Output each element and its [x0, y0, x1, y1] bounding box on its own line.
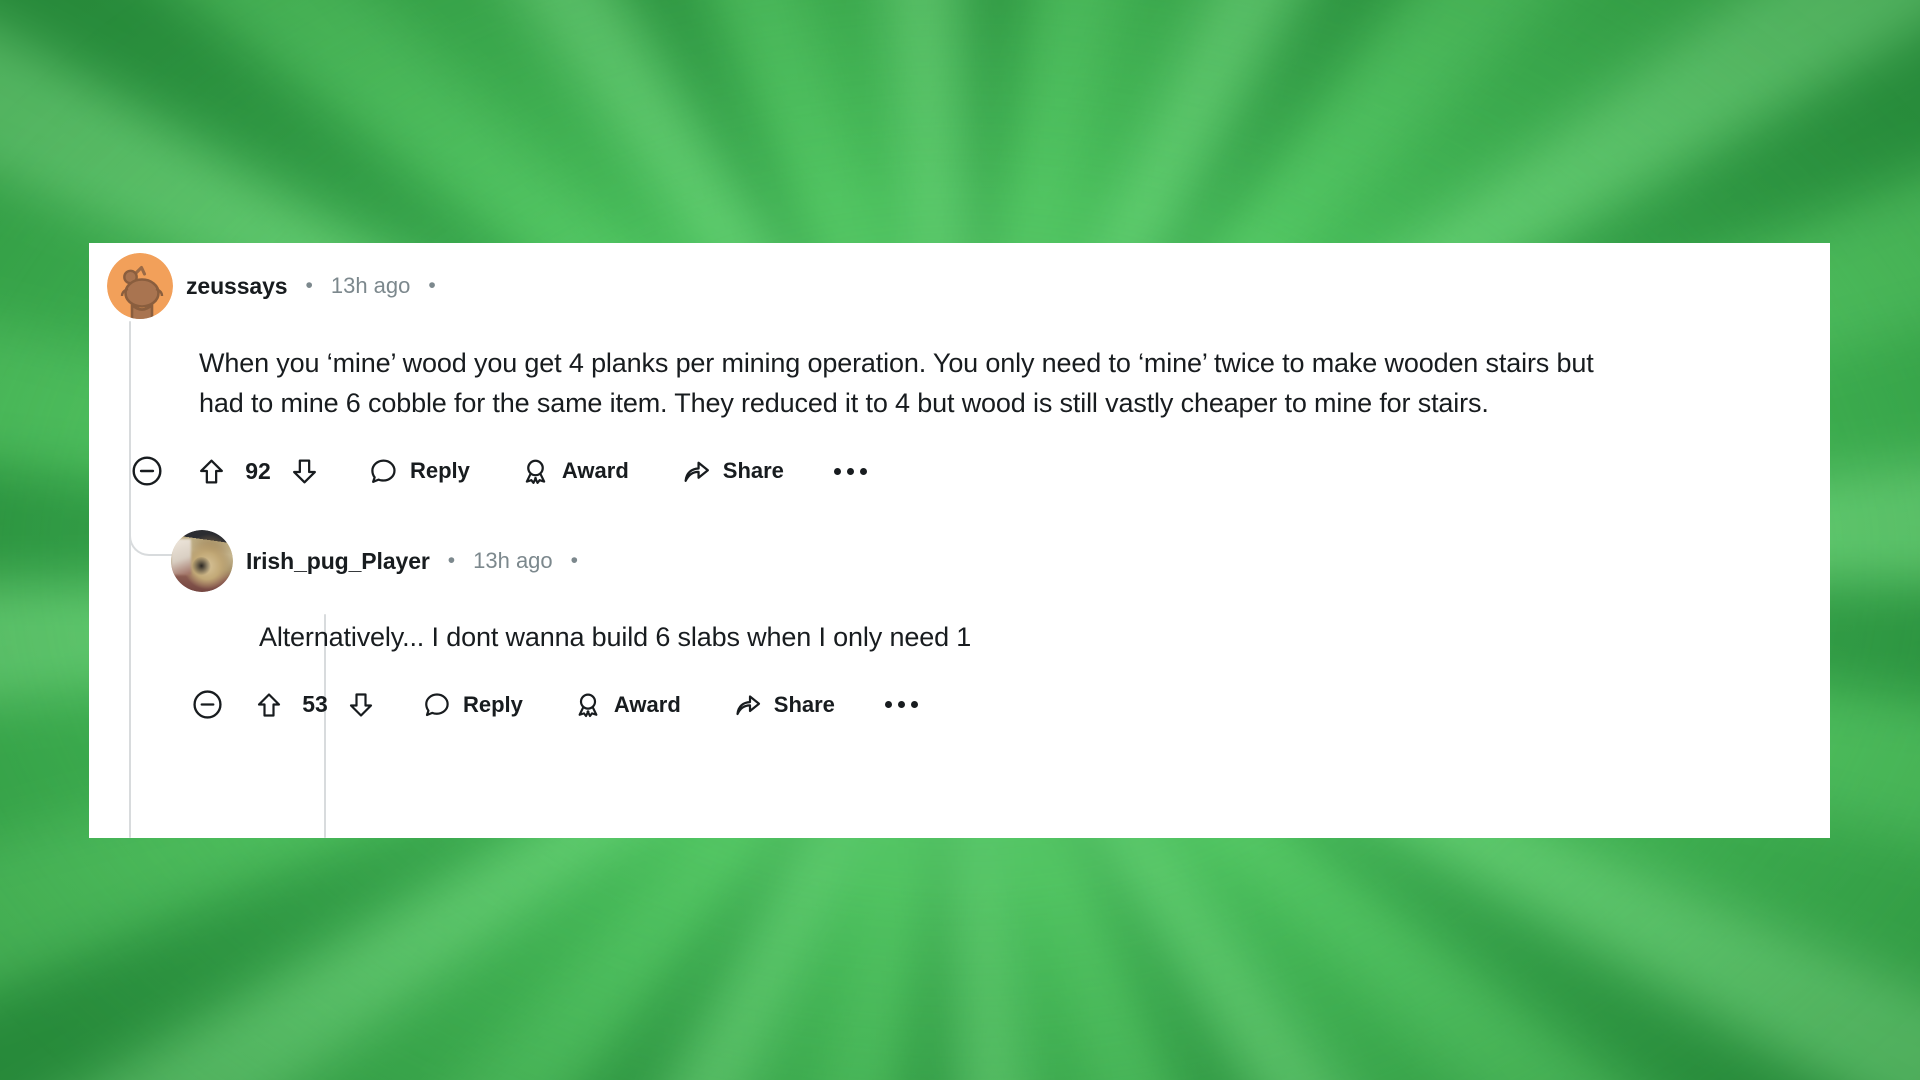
downvote-arrow-icon[interactable] — [346, 690, 376, 720]
collapse-button[interactable] — [130, 454, 164, 488]
more-options-button[interactable] — [884, 701, 918, 709]
award-medal-icon — [525, 459, 546, 484]
vote-count: 53 — [302, 691, 328, 718]
comment-author[interactable]: Irish_pug_Player — [246, 548, 430, 575]
comment-bubble-icon — [371, 459, 396, 483]
comment-bubble-icon — [425, 693, 449, 716]
avatar[interactable] — [107, 253, 173, 319]
comment-action-bar: 53 Reply Award Share — [191, 688, 1791, 721]
reply-button[interactable]: Reply — [368, 456, 470, 487]
reply-label: Reply — [410, 458, 470, 484]
more-dot — [846, 467, 854, 475]
minus-circle-icon — [193, 690, 222, 719]
dog-photo-highlight — [171, 538, 191, 575]
comment-body: Alternatively... I dont wanna build 6 sl… — [259, 622, 972, 652]
header-separator-trailing: • — [570, 549, 579, 572]
dog-photo-muzzle — [192, 557, 211, 579]
vote-count: 92 — [245, 457, 271, 484]
vote-group: 92 — [196, 456, 320, 487]
reply-label: Reply — [463, 691, 523, 717]
award-button[interactable]: Award — [520, 456, 629, 487]
share-label: Share — [722, 458, 784, 484]
header-separator: • — [447, 549, 456, 572]
header-separator-trailing: • — [428, 274, 436, 297]
award-button[interactable]: Award — [573, 690, 681, 720]
award-label: Award — [613, 691, 681, 717]
award-label: Award — [561, 458, 629, 484]
more-dot — [833, 467, 841, 475]
reply-button[interactable]: Reply — [422, 690, 523, 720]
more-dot — [910, 701, 918, 709]
collapse-button[interactable] — [191, 688, 224, 721]
comment-body: When you ‘mine’ wood you get 4 planks pe… — [199, 348, 1594, 419]
comment-action-bar: 92 Reply Award Share — [130, 454, 1807, 488]
comment-item: Irish_pug_Player • 13h ago • Alternative… — [171, 530, 1791, 721]
upvote-arrow-icon[interactable] — [196, 456, 227, 487]
vote-group: 53 — [254, 690, 376, 720]
minus-circle-icon — [132, 456, 162, 486]
avatar[interactable] — [171, 530, 233, 592]
comment-thread-card: zeussays • 13h ago • When you ‘mine’ woo… — [89, 243, 1830, 838]
more-options-button[interactable] — [833, 467, 867, 475]
dog-photo — [171, 530, 233, 592]
share-button[interactable]: Share — [681, 456, 784, 487]
share-button[interactable]: Share — [733, 690, 835, 720]
more-dot — [897, 701, 905, 709]
comment-header: zeussays • 13h ago • — [107, 253, 1807, 319]
upvote-arrow-icon[interactable] — [254, 690, 284, 720]
comment-author[interactable]: zeussays — [186, 273, 288, 300]
comment-header: Irish_pug_Player • 13h ago • — [171, 530, 1791, 592]
downvote-arrow-icon[interactable] — [289, 456, 320, 487]
snoo-icon — [120, 265, 164, 319]
share-arrow-icon — [684, 461, 709, 482]
comment-item: zeussays • 13h ago • When you ‘mine’ woo… — [107, 253, 1807, 488]
award-medal-icon — [578, 693, 598, 717]
comment-timestamp: 13h ago — [330, 273, 411, 298]
share-arrow-icon — [736, 695, 760, 715]
comment-timestamp: 13h ago — [473, 548, 553, 573]
more-dot — [884, 701, 892, 709]
header-separator: • — [305, 274, 313, 297]
share-label: Share — [773, 691, 835, 717]
more-dot — [859, 467, 867, 475]
